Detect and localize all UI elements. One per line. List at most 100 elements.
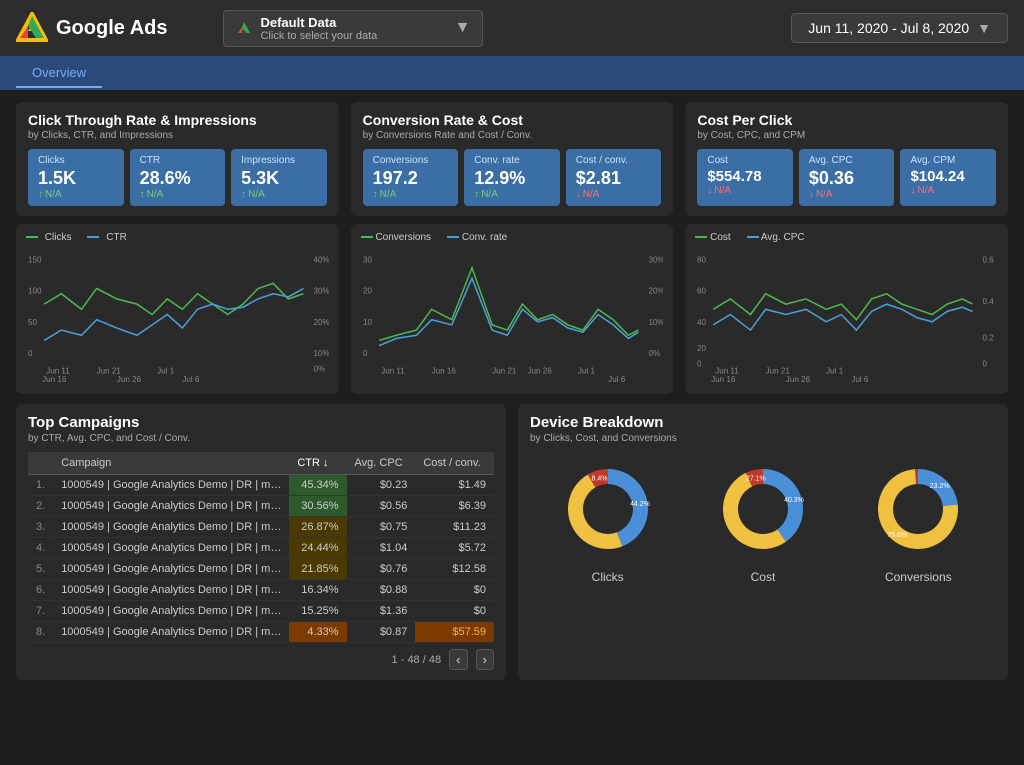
svg-text:80: 80 [697, 255, 706, 264]
row-num: 8. [28, 622, 53, 643]
clicks-ctr-legend: Clicks CTR [26, 232, 329, 243]
row-num: 5. [28, 559, 53, 580]
conversion-metric-cards: Conversions 197.2 ↑N/A Conv. rate 12.9% … [363, 149, 662, 206]
svg-text:Jun 11: Jun 11 [381, 367, 405, 376]
campaign-conv: $0 [415, 580, 494, 601]
tabs-bar: Overview [0, 56, 1024, 90]
app-title: Google Ads [56, 17, 167, 40]
clicks-card: Clicks 1.5K ↑N/A [28, 149, 124, 206]
svg-text:10%: 10% [314, 349, 329, 358]
campaign-cpc: $0.23 [347, 475, 416, 496]
cost-card: Cost $554.78 ↓N/A [697, 149, 793, 206]
svg-text:0%: 0% [648, 349, 660, 358]
conversion-panel-title: Conversion Rate & Cost [363, 112, 662, 128]
date-range-selector[interactable]: Jun 11, 2020 - Jul 8, 2020 ▼ [791, 13, 1008, 43]
col-avg-cpc: Avg. CPC [347, 452, 416, 475]
data-selector-text: Default Data Click to select your data [260, 15, 377, 42]
top-campaigns-panel: Top Campaigns by CTR, Avg. CPC, and Cost… [16, 404, 506, 680]
row-num: 4. [28, 538, 53, 559]
donut-chart-conversions: 23.2%75.6%Conversions [863, 454, 973, 584]
conversions-legend: Conversions Conv. rate [361, 232, 664, 243]
svg-text:Jun 16: Jun 16 [42, 375, 67, 382]
svg-text:40%: 40% [314, 255, 329, 264]
campaign-name: 1000549 | Google Analytics Demo | DR | m… [53, 601, 289, 622]
donut-svg-0: 44.2%8.4% [553, 454, 663, 564]
campaign-name: 1000549 | Google Analytics Demo | DR | m… [53, 496, 289, 517]
col-cost-conv: Cost / conv. [415, 452, 494, 475]
donut-label-0: 40.3% [784, 497, 804, 504]
cost-cpc-legend: Cost Avg. CPC [695, 232, 998, 243]
svg-text:0.2: 0.2 [983, 333, 995, 342]
donut-label-2: 8.4% [591, 476, 607, 483]
prev-page-button[interactable]: ‹ [449, 649, 467, 670]
next-page-button[interactable]: › [476, 649, 494, 670]
svg-text:Jul 6: Jul 6 [852, 375, 869, 382]
main-content: Click Through Rate & Impressions by Clic… [0, 90, 1024, 765]
campaigns-title: Top Campaigns [28, 414, 494, 431]
campaign-ctr: 15.25% [289, 601, 346, 622]
row-num: 6. [28, 580, 53, 601]
svg-text:20%: 20% [314, 318, 329, 327]
svg-text:100: 100 [28, 287, 42, 296]
data-selector-dropdown[interactable]: Default Data Click to select your data ▼ [223, 10, 483, 47]
table-row: 7. 1000549 | Google Analytics Demo | DR … [28, 601, 494, 622]
donut-label-1: 75.6% [888, 532, 908, 539]
donut-svg-1: 40.3%27.1% [708, 454, 818, 564]
svg-text:Jul 1: Jul 1 [827, 367, 844, 376]
ctr-panel-sub: by Clicks, CTR, and Impressions [28, 130, 327, 141]
svg-text:20%: 20% [648, 287, 663, 296]
svg-text:0.4: 0.4 [983, 297, 995, 306]
campaigns-table: Campaign CTR ↓ Avg. CPC Cost / conv. 1. … [28, 452, 494, 643]
cpc-metric-cards: Cost $554.78 ↓N/A Avg. CPC $0.36 ↓N/A Av… [697, 149, 996, 206]
campaign-name: 1000549 | Google Analytics Demo | DR | m… [53, 559, 289, 580]
col-ctr[interactable]: CTR ↓ [289, 452, 346, 475]
tab-overview[interactable]: Overview [16, 59, 102, 88]
donut-chart-clicks: 44.2%8.4%Clicks [553, 454, 663, 584]
campaign-conv: $0 [415, 601, 494, 622]
svg-text:50: 50 [28, 318, 37, 327]
campaign-name: 1000549 | Google Analytics Demo | DR | m… [53, 538, 289, 559]
campaign-cpc: $0.88 [347, 580, 416, 601]
campaign-cpc: $0.76 [347, 559, 416, 580]
campaign-cpc: $0.75 [347, 517, 416, 538]
donut-hole [895, 486, 941, 532]
table-header-row: Campaign CTR ↓ Avg. CPC Cost / conv. [28, 452, 494, 475]
svg-text:30: 30 [363, 255, 372, 264]
svg-text:0: 0 [983, 359, 988, 368]
campaign-name: 1000549 | Google Analytics Demo | DR | m… [53, 475, 289, 496]
ctr-impressions-panel: Click Through Rate & Impressions by Clic… [16, 102, 339, 216]
campaign-cpc: $1.04 [347, 538, 416, 559]
cost-cpc-svg: 80 60 40 20 0 0.6 0.4 0.2 0 Jun 11 Jun 2… [695, 247, 998, 382]
device-charts-container: 44.2%8.4%Clicks40.3%27.1%Cost23.2%75.6%C… [530, 454, 996, 584]
campaign-conv: $11.23 [415, 517, 494, 538]
campaign-ctr: 26.87% [289, 517, 346, 538]
campaign-conv: $5.72 [415, 538, 494, 559]
cost-cpc-chart: Cost Avg. CPC 80 60 40 20 0 0.6 0.4 0.2 … [685, 224, 1008, 394]
device-title: Device Breakdown [530, 414, 996, 431]
svg-text:Jun 26: Jun 26 [786, 375, 811, 382]
table-row: 3. 1000549 | Google Analytics Demo | DR … [28, 517, 494, 538]
campaign-ctr: 30.56% [289, 496, 346, 517]
bottom-row: Top Campaigns by CTR, Avg. CPC, and Cost… [16, 404, 1008, 680]
conversions-svg: 30 20 10 0 30% 20% 10% 0% Jun 11 Jun 16 … [361, 247, 664, 382]
campaign-name: 1000549 | Google Analytics Demo | DR | m… [53, 580, 289, 601]
campaign-ctr: 4.33% [289, 622, 346, 643]
cost-conv-card: Cost / conv. $2.81 ↓N/A [566, 149, 662, 206]
data-selector-icon [236, 20, 252, 36]
donut-chart-cost: 40.3%27.1%Cost [708, 454, 818, 584]
table-row: 6. 1000549 | Google Analytics Demo | DR … [28, 580, 494, 601]
svg-text:10%: 10% [648, 318, 663, 327]
row-num: 1. [28, 475, 53, 496]
svg-text:Jun 16: Jun 16 [711, 375, 736, 382]
donut-label-0: 23.2% [930, 483, 950, 490]
campaign-conv: $57.59 [415, 622, 494, 643]
row-num: 2. [28, 496, 53, 517]
logo-area: Google Ads [16, 12, 167, 44]
date-range-text: Jun 11, 2020 - Jul 8, 2020 [808, 20, 969, 36]
svg-text:20: 20 [363, 287, 372, 296]
avg-cpm-card: Avg. CPM $104.24 ↓N/A [900, 149, 996, 206]
header: Google Ads Default Data Click to select … [0, 0, 1024, 56]
date-chevron-icon: ▼ [977, 20, 991, 36]
metrics-row: Click Through Rate & Impressions by Clic… [16, 102, 1008, 216]
charts-row: Clicks CTR 150 100 50 0 40% 30% 20% 10% … [16, 224, 1008, 394]
